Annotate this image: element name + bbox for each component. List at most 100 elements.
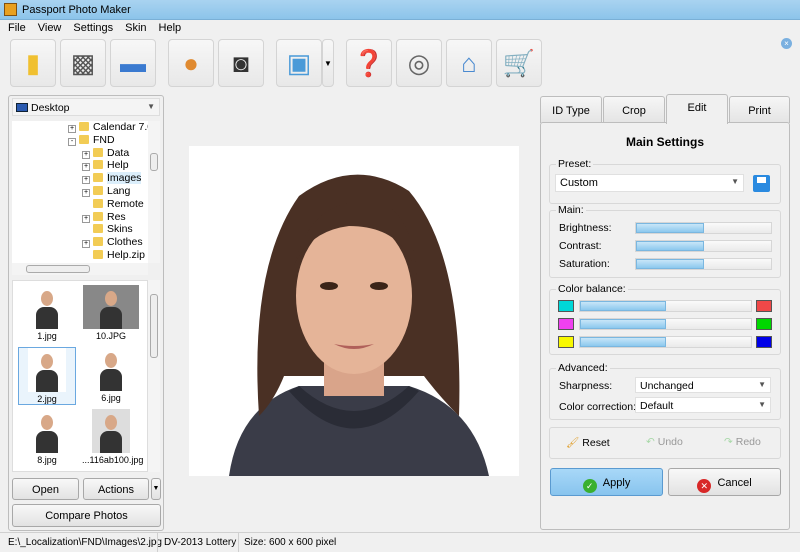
advanced-label: Advanced: — [556, 362, 610, 374]
compare-photos-button[interactable]: Compare Photos — [12, 504, 161, 527]
tree-item[interactable]: - FND — [12, 134, 148, 147]
location-combo[interactable]: Desktop ▼ — [12, 98, 160, 116]
actions-button[interactable]: Actions — [83, 478, 149, 500]
tree-item[interactable]: Skins — [12, 223, 148, 236]
tree-item[interactable]: + Clothes — [12, 236, 148, 249]
tree-item[interactable]: + Lang — [12, 185, 148, 198]
thumbnail-item[interactable]: ...116ab100.jpg — [82, 409, 143, 465]
menu-help[interactable]: Help — [151, 20, 186, 34]
face-detect-button[interactable]: ● — [168, 39, 214, 87]
thumbnail-item[interactable]: 8.jpg — [18, 409, 76, 465]
redo-button[interactable]: ↷ Redo — [724, 436, 761, 448]
thumbnail-item[interactable]: 2.jpg — [18, 347, 76, 405]
expander-icon[interactable]: + — [82, 214, 90, 223]
menu-bar: File View Settings Skin Help — [0, 20, 800, 36]
apply-button[interactable]: ✓ Apply — [550, 468, 663, 496]
expander-icon[interactable]: + — [82, 176, 90, 185]
location-value: Desktop — [31, 102, 70, 114]
printer-icon: ▬ — [120, 47, 146, 78]
window-title: Passport Photo Maker — [22, 4, 131, 16]
tree-item[interactable]: Remote — [12, 198, 148, 211]
brightness-slider[interactable] — [635, 222, 772, 234]
tab-print[interactable]: Print — [729, 96, 790, 123]
buy-button[interactable]: 🛒 — [496, 39, 542, 87]
tab-id-type[interactable]: ID Type — [540, 96, 602, 123]
actions-dropdown[interactable]: ▼ — [151, 478, 161, 500]
preset-select[interactable]: Custom ▼ — [555, 174, 744, 192]
tree-item[interactable]: + Res — [12, 211, 148, 224]
image-search-button[interactable]: ▣ — [276, 39, 322, 87]
tree-vertical-scrollbar[interactable] — [148, 121, 160, 263]
sharpness-select[interactable]: Unchanged ▼ — [635, 377, 771, 393]
slider-fill — [580, 337, 666, 347]
home-button[interactable]: ⌂ — [446, 39, 492, 87]
saturation-slider[interactable] — [635, 258, 772, 270]
help-button[interactable]: ❓ — [346, 39, 392, 87]
scroll-thumb[interactable] — [150, 153, 158, 171]
save-disk-icon: ▩ — [70, 47, 96, 78]
undo-button[interactable]: ↶ Undo — [646, 436, 683, 448]
color-swatch-right — [756, 318, 772, 330]
open-button[interactable]: ▮ — [10, 39, 56, 87]
video-button[interactable]: ◎ — [396, 39, 442, 87]
tree-item-label: Calendar 7.0 — [93, 121, 148, 133]
color-correction-select[interactable]: Default ▼ — [635, 397, 771, 413]
slider-fill — [636, 259, 704, 269]
expander-icon[interactable]: + — [82, 240, 90, 249]
menu-skin[interactable]: Skin — [117, 20, 150, 34]
menu-settings[interactable]: Settings — [65, 20, 117, 34]
open-photo-button[interactable]: Open — [12, 478, 79, 500]
redo-arrow-icon: ↷ — [724, 436, 733, 448]
cancel-button[interactable]: ✕ Cancel — [668, 468, 781, 496]
expander-icon[interactable]: + — [82, 188, 90, 197]
color-balance-slider[interactable] — [579, 300, 752, 312]
thumbnail-item[interactable]: 10.JPG — [82, 285, 140, 341]
tree-item-label: Images — [107, 172, 142, 185]
image-search-icon: ▣ — [286, 47, 312, 78]
print-button[interactable]: ▬ — [110, 39, 156, 87]
portrait-photo — [229, 174, 489, 476]
tree-item[interactable]: + Help — [12, 159, 148, 172]
camera-button[interactable]: ◙ — [218, 39, 264, 87]
color-swatch-right — [756, 336, 772, 348]
expander-icon[interactable]: + — [68, 125, 76, 133]
image-search-dropdown[interactable]: ▼ — [322, 39, 334, 87]
tree-item[interactable]: Help.zip — [12, 249, 148, 262]
thumbnail-image — [28, 348, 66, 392]
face-search-icon: ● — [183, 47, 199, 78]
tree-item[interactable]: + Images — [12, 172, 148, 185]
tree-item[interactable]: + Data — [12, 147, 148, 160]
open-folder-icon: ▮ — [25, 47, 41, 78]
tree-item[interactable]: + Calendar 7.0 — [12, 121, 148, 134]
scroll-thumb[interactable] — [150, 294, 158, 358]
folder-tree: + Calendar 7.0- FND + Data + Help + Images + Lang R… — [12, 121, 148, 263]
photo-preview[interactable] — [189, 146, 519, 476]
save-preset-button[interactable] — [753, 175, 770, 192]
tab-crop[interactable]: Crop — [603, 96, 665, 123]
undo-label: Undo — [657, 436, 683, 448]
menu-file[interactable]: File — [0, 20, 30, 34]
help-book-icon: ❓ — [352, 47, 386, 78]
save-button[interactable]: ▩ — [60, 39, 106, 87]
thumbnail-item[interactable]: 6.jpg — [82, 347, 140, 403]
reset-button[interactable]: 🖌 Reset — [566, 436, 610, 449]
thumbnail-image — [92, 347, 130, 391]
tree-horizontal-scrollbar[interactable] — [12, 263, 148, 275]
tab-edit[interactable]: Edit — [666, 94, 728, 124]
expander-icon[interactable]: + — [82, 163, 90, 172]
chevron-down-icon: ▼ — [758, 400, 766, 409]
color-balance-slider[interactable] — [579, 318, 752, 330]
desktop-icon — [16, 103, 28, 112]
scroll-thumb[interactable] — [26, 265, 90, 273]
color-balance-slider[interactable] — [579, 336, 752, 348]
menu-view[interactable]: View — [30, 20, 66, 34]
expander-icon[interactable]: - — [68, 137, 76, 146]
color-swatch-left — [558, 336, 574, 348]
undo-arrow-icon: ↶ — [646, 436, 655, 448]
contrast-slider[interactable] — [635, 240, 772, 252]
close-panel-icon[interactable]: × — [781, 38, 792, 49]
expander-icon[interactable]: + — [82, 150, 90, 159]
sharpness-label: Sharpness: — [559, 380, 613, 392]
thumbnail-item[interactable]: 1.jpg — [18, 285, 76, 341]
thumbs-scrollbar[interactable] — [148, 280, 160, 472]
